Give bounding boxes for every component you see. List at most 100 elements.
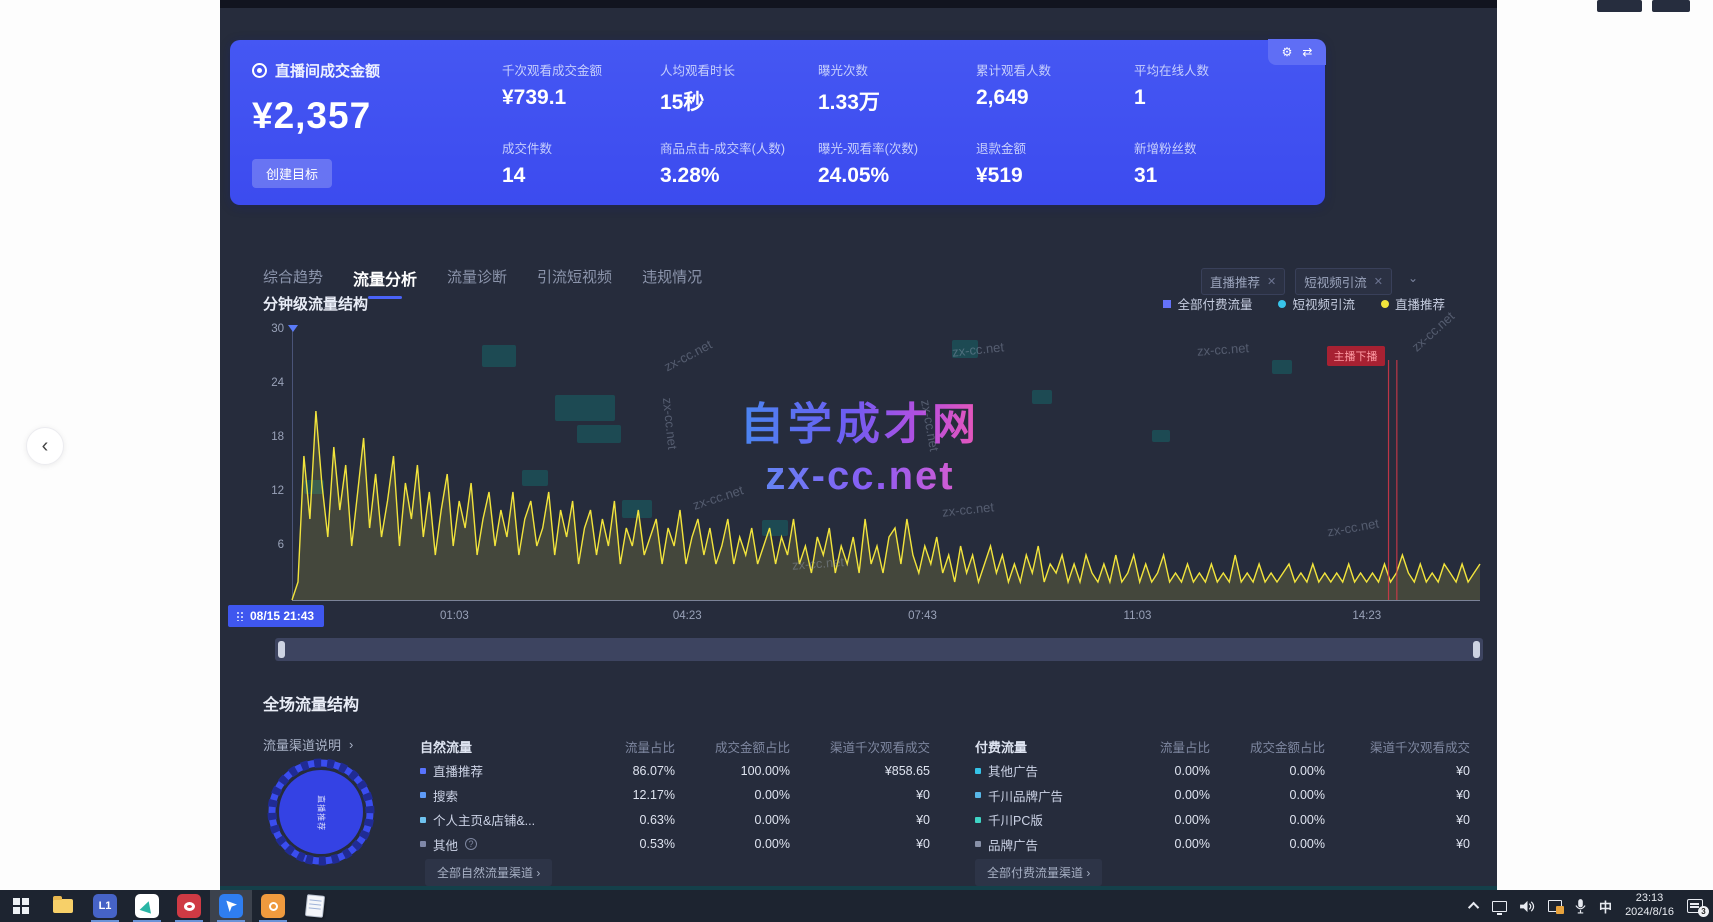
browser-remnant bbox=[1597, 0, 1642, 12]
channel-value: 86.07% bbox=[590, 764, 675, 778]
channel-bullet-icon bbox=[975, 792, 981, 798]
filter-tag[interactable]: 直播推荐 ✕ bbox=[1201, 268, 1285, 295]
channel-value: 12.17% bbox=[590, 788, 675, 802]
metric-cell: 累计观看人数 2,649 bbox=[976, 60, 1134, 116]
channel-value: 100.00% bbox=[675, 764, 790, 778]
window-top-edge bbox=[220, 0, 1497, 8]
table-name-header: 付费流量 bbox=[975, 737, 1125, 756]
app-tray-icon[interactable] bbox=[1548, 900, 1562, 912]
channel-name: 直播推荐 bbox=[420, 761, 590, 780]
channel-label: 品牌广告 bbox=[988, 835, 1038, 854]
table-column-header: 流量占比 bbox=[590, 737, 675, 756]
chart-header: 分钟级流量结构 全部付费流量短视频引流直播推荐 bbox=[220, 293, 1497, 319]
line-chart-canvas bbox=[292, 330, 1480, 600]
notepad-app-icon[interactable] bbox=[294, 890, 336, 922]
channel-value: 0.00% bbox=[1125, 813, 1210, 827]
table-header-row: 付费流量流量占比成交金额占比渠道千次观看成交 bbox=[975, 734, 1470, 759]
notification-icon[interactable]: 3 bbox=[1687, 899, 1703, 913]
orange-app-icon[interactable] bbox=[252, 890, 294, 922]
channel-bullet-icon bbox=[420, 817, 426, 823]
pointer-app-icon[interactable] bbox=[210, 890, 252, 922]
start-button[interactable] bbox=[0, 890, 42, 922]
channel-name: 千川PC版 bbox=[975, 810, 1125, 829]
filter-tag[interactable]: 短视频引流 ✕ bbox=[1295, 268, 1392, 295]
channel-value: ¥0 bbox=[1325, 788, 1470, 802]
x-tick-label: 04:23 bbox=[673, 610, 702, 622]
l1-app-icon[interactable]: L1 bbox=[84, 890, 126, 922]
network-icon[interactable] bbox=[1492, 901, 1507, 912]
legend-dot bbox=[1381, 300, 1389, 308]
info-icon[interactable]: ? bbox=[465, 838, 477, 850]
red-o-app-icon[interactable] bbox=[168, 890, 210, 922]
start-time-chip[interactable]: 08/15 21:43 bbox=[228, 605, 324, 627]
taskbar: L1 中 23:132024/8/16 3 bbox=[0, 890, 1713, 922]
legend-item[interactable]: 短视频引流 bbox=[1278, 294, 1355, 313]
channel-name: 千川品牌广告 bbox=[975, 786, 1125, 805]
microphone-icon[interactable] bbox=[1575, 899, 1586, 914]
channel-value: ¥0 bbox=[1325, 837, 1470, 851]
legend-dot bbox=[1278, 300, 1286, 308]
legend-item[interactable]: 直播推荐 bbox=[1381, 294, 1445, 313]
metric-value: 31 bbox=[1134, 164, 1292, 188]
all-natural-channels-link[interactable]: 全部自然流量渠道 › bbox=[425, 859, 552, 886]
channel-bullet-icon bbox=[975, 768, 981, 774]
banner-toolbar: ⚙ ⇄ bbox=[1268, 39, 1326, 65]
channel-value: 0.00% bbox=[1125, 788, 1210, 802]
chevron-down-icon[interactable]: ⌄ bbox=[1401, 270, 1425, 290]
channel-value: 0.00% bbox=[1125, 764, 1210, 778]
filter-tag-label: 直播推荐 bbox=[1210, 272, 1260, 291]
table-column-header: 渠道千次观看成交 bbox=[1325, 737, 1470, 756]
metric-cell: 千次观看成交金额¥739.1 bbox=[502, 60, 660, 116]
table-column-header: 流量占比 bbox=[1125, 737, 1210, 756]
input-method-indicator[interactable]: 中 bbox=[1599, 897, 1612, 916]
swap-icon[interactable]: ⇄ bbox=[1302, 45, 1312, 59]
legend-item[interactable]: 全部付费流量 bbox=[1163, 294, 1252, 313]
channel-value: ¥0 bbox=[790, 813, 930, 827]
teal-app-icon[interactable] bbox=[126, 890, 168, 922]
gear-icon[interactable]: ⚙ bbox=[1282, 45, 1293, 59]
live-analytics-window: 直播间成交金额 ¥2,357 创建目标 千次观看成交金额¥739.1人均观看时长… bbox=[220, 8, 1497, 890]
time-range-slider[interactable] bbox=[275, 638, 1483, 661]
metric-cell: 平均在线人数1 bbox=[1134, 60, 1292, 116]
metric-value: 2,649 bbox=[976, 86, 1134, 110]
close-icon[interactable]: ✕ bbox=[1374, 275, 1383, 288]
notification-badge: 3 bbox=[1698, 906, 1709, 917]
channel-value: ¥0 bbox=[1325, 813, 1470, 827]
channel-name: 其他广告 bbox=[975, 761, 1125, 780]
donut-center-label: 直播推荐 bbox=[316, 795, 327, 831]
channel-value: 0.00% bbox=[1210, 813, 1325, 827]
slider-handle-right[interactable] bbox=[1473, 641, 1480, 658]
metric-cell: 成交件数14 bbox=[502, 138, 660, 188]
metric-value: 15秒 bbox=[660, 86, 818, 116]
desktop: ‹ 直播间成交金额 ¥2,357 创建目标 千次观看成交金额¥739.1人均观看… bbox=[0, 0, 1713, 922]
channel-value: ¥858.65 bbox=[790, 764, 930, 778]
create-goal-button[interactable]: 创建目标 bbox=[252, 159, 332, 188]
back-button[interactable]: ‹ bbox=[26, 427, 64, 465]
drag-handle-icon bbox=[236, 611, 244, 621]
metric-label: 累计观看人数 bbox=[976, 60, 1134, 79]
metric-label: 曝光次数 bbox=[818, 60, 976, 79]
metric-cell: 曝光-观看率(次数)24.05% bbox=[818, 138, 976, 188]
tray-expand-icon[interactable] bbox=[1471, 902, 1479, 910]
filter-tag-label: 短视频引流 bbox=[1304, 272, 1367, 291]
clock[interactable]: 23:132024/8/16 bbox=[1625, 892, 1674, 920]
file-explorer-icon[interactable] bbox=[42, 890, 84, 922]
channel-name: 品牌广告 bbox=[975, 835, 1125, 854]
all-paid-channels-link[interactable]: 全部付费流量渠道 › bbox=[975, 859, 1102, 886]
metric-value: 24.05% bbox=[818, 164, 976, 188]
y-tick-label: 30 bbox=[256, 323, 284, 335]
channel-label: 个人主页&店铺&... bbox=[433, 810, 535, 829]
slider-handle-left[interactable] bbox=[278, 641, 285, 658]
table-header-row: 自然流量流量占比成交金额占比渠道千次观看成交 bbox=[420, 734, 930, 759]
metric-label: 商品点击-成交率(人数) bbox=[660, 138, 818, 157]
table-name-header: 自然流量 bbox=[420, 737, 590, 756]
channel-value: ¥0 bbox=[790, 788, 930, 802]
channel-help-link[interactable]: 流量渠道说明› bbox=[263, 735, 353, 754]
y-tick-label: 6 bbox=[256, 539, 284, 551]
metric-label: 成交件数 bbox=[502, 138, 660, 157]
close-icon[interactable]: ✕ bbox=[1267, 275, 1276, 288]
channel-name: 搜索 bbox=[420, 786, 590, 805]
channel-label: 千川PC版 bbox=[988, 810, 1043, 829]
metric-cell: 退款金额¥519 bbox=[976, 138, 1134, 188]
speaker-icon[interactable] bbox=[1520, 900, 1535, 913]
